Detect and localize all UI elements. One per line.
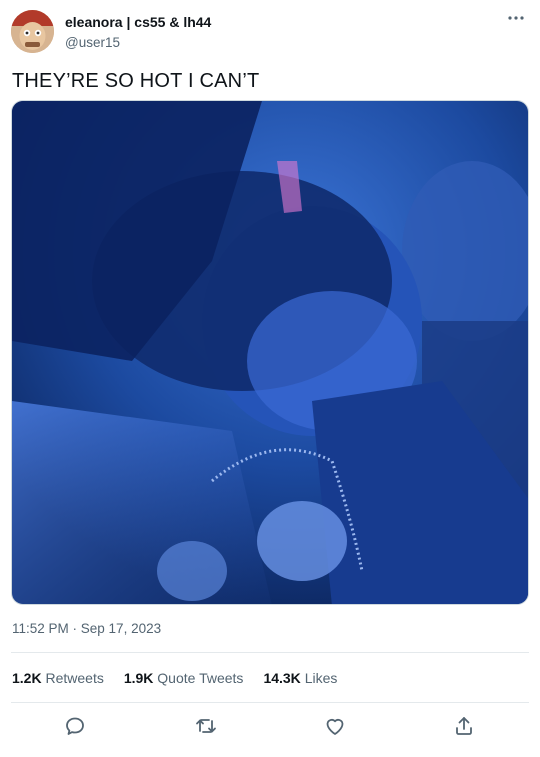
- like-icon[interactable]: [323, 714, 347, 738]
- divider: [11, 702, 529, 703]
- likes-stat[interactable]: 14.3K Likes: [263, 670, 337, 686]
- tweet-timestamp[interactable]: 11:52 PM · Sep 17, 2023: [12, 621, 161, 636]
- user-handle[interactable]: @user15: [65, 35, 120, 50]
- more-icon[interactable]: [506, 8, 526, 28]
- likes-count: 14.3K: [263, 670, 301, 686]
- quote-tweets-label: Quote Tweets: [157, 670, 244, 686]
- reply-icon[interactable]: [63, 714, 87, 738]
- tweet-card: eleanora | cs55 & lh44 @user15 THEY’RE S…: [0, 0, 540, 757]
- media-photo: [12, 101, 528, 604]
- avatar-image: [11, 10, 54, 53]
- divider: [11, 652, 529, 653]
- tweet-media[interactable]: [11, 100, 529, 605]
- quote-tweets-count: 1.9K: [123, 670, 154, 686]
- retweets-count: 1.2K: [12, 670, 42, 686]
- share-icon[interactable]: [452, 714, 476, 738]
- retweet-icon[interactable]: [194, 714, 218, 738]
- tweet-stats: 1.2K Retweets 1.9K Quote Tweets 14.3K Li…: [12, 670, 337, 686]
- likes-label: Likes: [304, 670, 338, 686]
- avatar[interactable]: [11, 10, 54, 53]
- quote-tweets-stat[interactable]: 1.9K Quote Tweets: [124, 670, 244, 686]
- retweets-label: Retweets: [45, 670, 104, 686]
- display-name[interactable]: eleanora | cs55 & lh44: [65, 14, 211, 30]
- retweets-stat[interactable]: 1.2K Retweets: [12, 670, 104, 686]
- tweet-text: THEY’RE SO HOT I CAN’T: [12, 70, 260, 92]
- tweet-actions: [0, 706, 540, 746]
